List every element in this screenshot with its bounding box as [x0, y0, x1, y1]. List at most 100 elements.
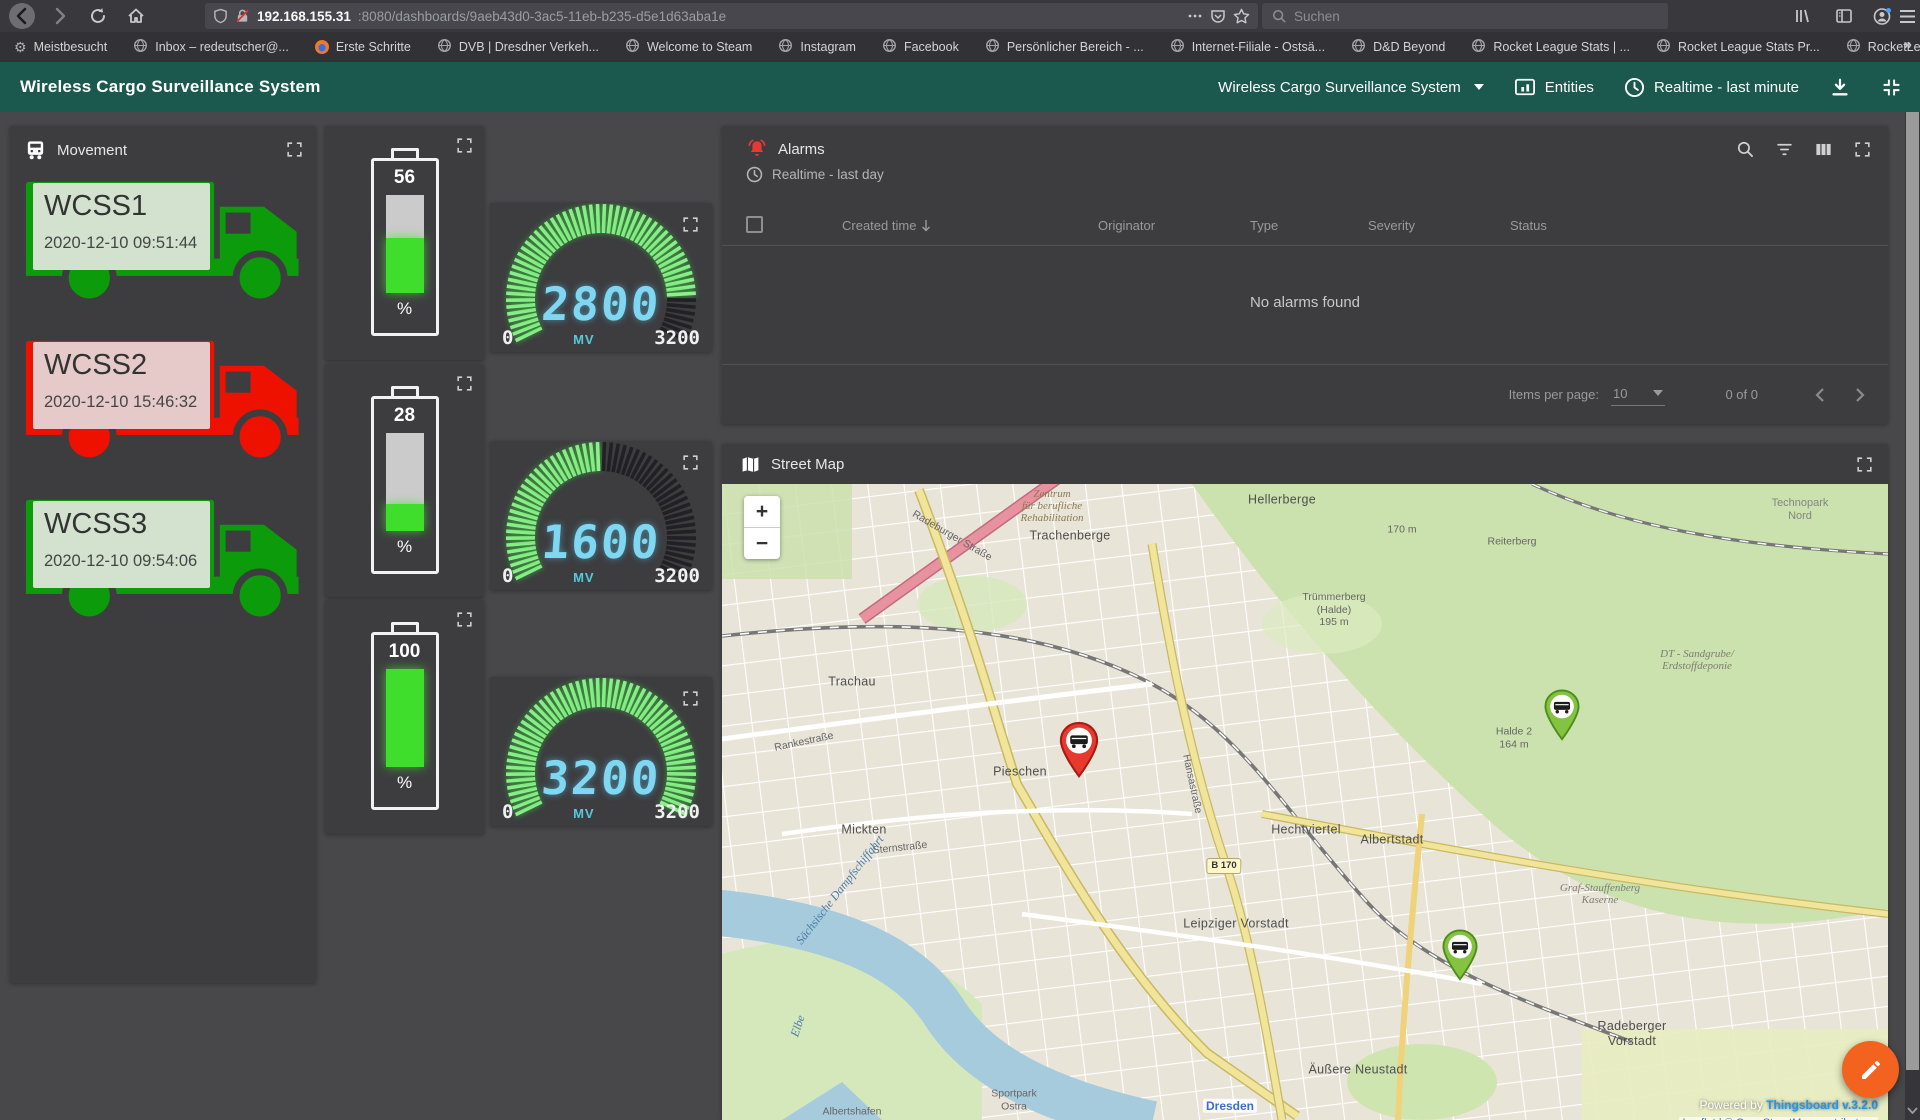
battery-widget: 100 %	[325, 600, 484, 834]
expand-icon[interactable]	[455, 136, 474, 155]
street-map-title-label: Street Map	[771, 456, 844, 473]
gauge-tick	[608, 205, 611, 234]
truck-row[interactable]: WCSS22020-12-10 15:46:32	[24, 335, 302, 488]
next-page-icon[interactable]	[1855, 387, 1866, 403]
bookmarks-overflow-chevron[interactable]: »	[1904, 36, 1910, 53]
items-per-page-value: 10	[1613, 386, 1627, 401]
column-header-created-time[interactable]: Created time	[842, 218, 931, 233]
expand-icon[interactable]	[1853, 140, 1872, 159]
export-download-icon[interactable]	[1829, 76, 1851, 98]
expand-icon[interactable]	[1855, 455, 1874, 474]
gauge-tick	[603, 678, 604, 707]
back-button[interactable]	[8, 2, 36, 30]
column-header-status[interactable]: Status	[1510, 218, 1547, 233]
browser-navbar: 192.168.155.31 :8080/dashboards/9aeb43d0…	[0, 0, 1920, 32]
gauge-min: 0	[502, 327, 513, 349]
url-bar[interactable]: 192.168.155.31 :8080/dashboards/9aeb43d0…	[205, 3, 1258, 29]
bookmark-item[interactable]: Rocket League Stats | ...	[1471, 38, 1630, 56]
map-canvas[interactable]: + − Technopark NordHellerbergeZentrum fü…	[722, 484, 1888, 1120]
bookmark-item[interactable]: ⚙Meistbesucht	[14, 40, 107, 54]
pocket-icon[interactable]	[1210, 8, 1226, 24]
scrollbar-thumb[interactable]	[1906, 112, 1919, 1070]
screen: 192.168.155.31 :8080/dashboards/9aeb43d0…	[0, 0, 1920, 1120]
expand-icon[interactable]	[455, 610, 474, 629]
truck-timestamp: 2020-12-10 15:46:32	[44, 393, 199, 412]
url-host: 192.168.155.31	[257, 9, 351, 24]
bookmark-item[interactable]: Welcome to Steam	[625, 38, 752, 56]
vehicle-marker-red[interactable]	[1056, 720, 1102, 783]
bookmark-item[interactable]: Instagram	[778, 38, 856, 56]
battery-level-fill	[386, 504, 424, 531]
timewindow-button[interactable]: Realtime - last minute	[1624, 77, 1799, 98]
bookmark-star-icon[interactable]	[1233, 8, 1250, 25]
truck-row[interactable]: WCSS32020-12-10 09:54:06	[24, 494, 302, 647]
vehicle-marker-green[interactable]	[1439, 928, 1481, 986]
battery-value: 56	[394, 167, 415, 189]
previous-page-icon[interactable]	[1814, 387, 1825, 403]
bookmark-label: Facebook	[904, 40, 959, 54]
bookmark-item[interactable]: Persönlicher Bereich - ...	[985, 38, 1144, 56]
shield-icon[interactable]	[213, 8, 228, 24]
map-icon	[740, 454, 761, 475]
thingsboard-version-link[interactable]: Thingsboard v.3.2.0	[1766, 1098, 1878, 1112]
insecure-lock-icon[interactable]	[235, 8, 250, 24]
reload-button[interactable]	[84, 2, 112, 30]
column-header-severity[interactable]: Severity	[1368, 218, 1415, 233]
gauge-value: 2800	[490, 281, 712, 327]
alarm-bell-icon	[746, 138, 768, 160]
bookmark-label: Inbox – redeutscher@...	[155, 40, 289, 54]
items-per-page-select[interactable]: 10	[1611, 384, 1665, 406]
vehicle-marker-green[interactable]	[1541, 688, 1583, 746]
page-actions-icon[interactable]	[1187, 8, 1203, 24]
dashboard-state-select[interactable]: Wireless Cargo Surveillance System	[1218, 79, 1484, 96]
battery-unit: %	[397, 299, 412, 319]
sidebar-icon[interactable]	[1830, 2, 1858, 30]
firefox-icon	[315, 40, 329, 54]
home-button[interactable]	[122, 2, 150, 30]
gauge-unit: MV	[573, 806, 595, 821]
fullscreen-exit-icon[interactable]	[1881, 77, 1902, 98]
sort-desc-icon	[921, 219, 931, 232]
bookmark-item[interactable]: Erste Schritte	[315, 40, 411, 54]
scrollbar-down-icon[interactable]	[1905, 1107, 1920, 1114]
expand-icon[interactable]	[681, 689, 700, 708]
truck-row[interactable]: WCSS12020-12-10 09:51:44	[24, 176, 302, 329]
expand-icon[interactable]	[681, 453, 700, 472]
alarms-timewindow[interactable]: Realtime - last day	[746, 166, 884, 183]
zoom-in-button[interactable]: +	[744, 496, 780, 527]
alarms-title-label: Alarms	[778, 141, 825, 158]
bookmark-item[interactable]: DVB | Dresdner Verkeh...	[437, 38, 599, 56]
columns-icon[interactable]	[1814, 140, 1833, 159]
page-scrollbar[interactable]	[1905, 112, 1920, 1120]
expand-icon[interactable]	[285, 140, 304, 159]
account-icon[interactable]	[1868, 2, 1896, 30]
bookmark-item[interactable]: Rocket League Stats Pr...	[1656, 38, 1820, 56]
entities-button[interactable]: Entities	[1514, 77, 1594, 97]
column-header-type[interactable]: Type	[1250, 218, 1278, 233]
battery-gauge: 100 %	[371, 622, 439, 810]
column-header-originator[interactable]: Originator	[1098, 218, 1155, 233]
edit-dashboard-fab[interactable]	[1842, 1041, 1899, 1098]
bookmark-item[interactable]: Facebook	[882, 38, 959, 56]
gauge-tick	[603, 442, 604, 471]
bookmark-item[interactable]: Inbox – redeutscher@...	[133, 38, 289, 56]
select-all-checkbox[interactable]	[746, 216, 763, 233]
library-icon[interactable]	[1788, 2, 1816, 30]
menu-icon[interactable]	[1896, 2, 1918, 30]
filter-icon[interactable]	[1775, 140, 1794, 159]
bookmark-item[interactable]: Internet-Filiale - Ostsä...	[1170, 38, 1325, 56]
battery-empty-fill	[386, 433, 424, 504]
globe-icon	[1471, 38, 1486, 56]
alarms-pagination: Items per page: 10 0 of 0	[722, 364, 1888, 424]
powered-by-label: Powered by	[1699, 1098, 1762, 1112]
expand-icon[interactable]	[455, 374, 474, 393]
forward-button[interactable]	[46, 2, 74, 30]
browser-search-field[interactable]: Suchen	[1262, 3, 1668, 29]
bus-icon	[24, 139, 47, 162]
url-path: :8080/dashboards/9aeb43d0-3ac5-11eb-b235…	[358, 9, 1180, 24]
search-icon[interactable]	[1736, 140, 1755, 159]
zoom-out-button[interactable]: −	[744, 528, 780, 559]
bookmark-item[interactable]: D&D Beyond	[1351, 38, 1445, 56]
expand-icon[interactable]	[681, 215, 700, 234]
search-icon	[1272, 9, 1286, 23]
